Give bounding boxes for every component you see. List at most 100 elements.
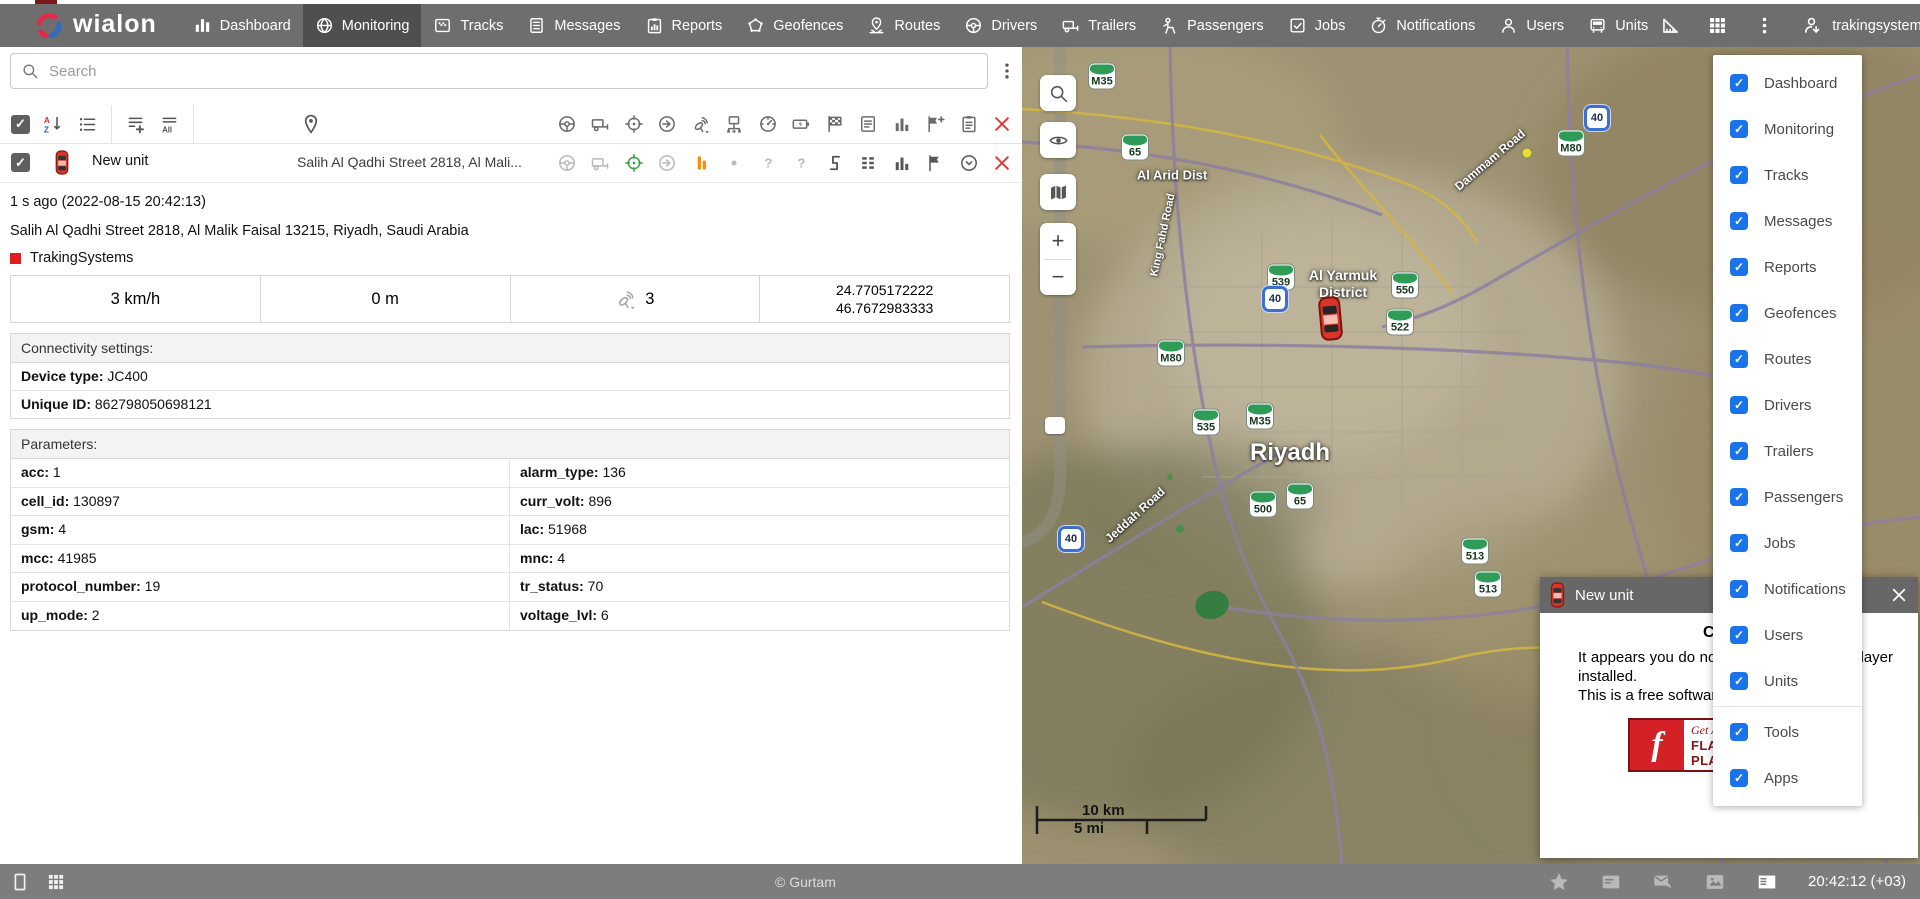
chart-icon[interactable] <box>892 153 912 173</box>
show-all-icon[interactable]: All <box>159 114 180 135</box>
crosshair-icon[interactable] <box>624 153 644 173</box>
map-search-button[interactable] <box>1040 75 1076 111</box>
clipboard-icon[interactable] <box>959 114 979 134</box>
nav-item-jobs[interactable]: Jobs <box>1276 4 1358 47</box>
quickview-icon[interactable] <box>858 153 878 173</box>
menu-item-notifications[interactable]: ✓Notifications <box>1713 566 1862 612</box>
nav-item-routes[interactable]: Routes <box>855 4 952 47</box>
unit-marker[interactable] <box>1317 295 1344 342</box>
address-column-icon[interactable] <box>300 113 322 135</box>
nav-item-tracks[interactable]: Tracks <box>421 4 515 47</box>
menu-item-users[interactable]: ✓Users <box>1713 612 1862 658</box>
user-menu[interactable]: trakingsystems <box>1801 15 1920 36</box>
flag-plus-icon[interactable] <box>925 114 945 134</box>
select-all-checkbox[interactable]: ✓ <box>11 115 30 134</box>
map-visibility-button[interactable] <box>1040 122 1076 158</box>
trailer-icon[interactable] <box>590 153 610 173</box>
link-s-icon[interactable] <box>825 153 845 173</box>
checkbox-checked-icon[interactable]: ✓ <box>1730 120 1748 138</box>
unit-checkbox[interactable]: ✓ <box>11 153 30 172</box>
sort-az-icon[interactable]: AZ <box>43 114 64 135</box>
menu-item-messages[interactable]: ✓Messages <box>1713 198 1862 244</box>
menu-item-apps[interactable]: ✓Apps <box>1713 755 1862 801</box>
nav-item-monitoring[interactable]: Monitoring <box>303 4 422 47</box>
finish-flag-icon[interactable] <box>825 114 845 134</box>
menu-item-tools[interactable]: ✓Tools <box>1713 709 1862 755</box>
nav-item-reports[interactable]: Reports <box>633 4 735 47</box>
driver-icon[interactable] <box>557 153 577 173</box>
checkbox-checked-icon[interactable]: ✓ <box>1730 166 1748 184</box>
nav-item-trailers[interactable]: Trailers <box>1049 4 1148 47</box>
checkbox-checked-icon[interactable]: ✓ <box>1730 258 1748 276</box>
more-menu-icon[interactable] <box>1754 15 1775 36</box>
checkbox-checked-icon[interactable]: ✓ <box>1730 580 1748 598</box>
nav-item-passengers[interactable]: Passengers <box>1148 4 1276 47</box>
crosshair-icon[interactable] <box>624 114 644 134</box>
checkbox-checked-icon[interactable]: ✓ <box>1730 534 1748 552</box>
question-icon[interactable]: ? <box>758 153 778 173</box>
question-icon[interactable]: ? <box>791 153 811 173</box>
list-view-icon[interactable] <box>77 114 98 135</box>
close-x-icon[interactable] <box>992 114 1012 134</box>
connection-icon[interactable] <box>724 114 744 134</box>
checkbox-checked-icon[interactable]: ✓ <box>1730 672 1748 690</box>
menu-item-drivers[interactable]: ✓Drivers <box>1713 382 1862 428</box>
nav-item-notifications[interactable]: Notifications <box>1357 4 1487 47</box>
menu-item-monitoring[interactable]: ✓Monitoring <box>1713 106 1862 152</box>
add-to-list-icon[interactable] <box>125 114 146 135</box>
unit-name[interactable]: New unit <box>92 153 148 169</box>
bottom-grid-icon[interactable] <box>46 872 66 892</box>
dot-icon[interactable] <box>724 153 744 173</box>
menu-item-dashboard[interactable]: ✓Dashboard <box>1713 60 1862 106</box>
checkbox-checked-icon[interactable]: ✓ <box>1730 723 1748 741</box>
menu-item-units[interactable]: ✓Units <box>1713 658 1862 704</box>
menu-item-routes[interactable]: ✓Routes <box>1713 336 1862 382</box>
mail-icon[interactable] <box>1652 871 1674 893</box>
nav-item-units[interactable]: Units <box>1576 4 1660 47</box>
close-x-icon[interactable] <box>992 153 1012 173</box>
checkbox-checked-icon[interactable]: ✓ <box>1730 442 1748 460</box>
nav-item-drivers[interactable]: Drivers <box>952 4 1049 47</box>
checkbox-checked-icon[interactable]: ✓ <box>1730 350 1748 368</box>
menu-item-trailers[interactable]: ✓Trailers <box>1713 428 1862 474</box>
menu-item-reports[interactable]: ✓Reports <box>1713 244 1862 290</box>
menu-item-geofences[interactable]: ✓Geofences <box>1713 290 1862 336</box>
nav-item-dashboard[interactable]: Dashboard <box>181 4 303 47</box>
search-input[interactable] <box>47 62 977 81</box>
trailer-icon[interactable] <box>590 114 610 134</box>
motion-icon[interactable] <box>657 114 677 134</box>
panel-options-icon[interactable] <box>997 61 1017 81</box>
motion-icon[interactable] <box>657 153 677 173</box>
nav-item-users[interactable]: Users <box>1487 4 1576 47</box>
media-icon[interactable] <box>1704 871 1726 893</box>
gauge-icon[interactable] <box>758 114 778 134</box>
driver-icon[interactable] <box>557 114 577 134</box>
satellite-icon[interactable] <box>691 114 711 134</box>
unit-row[interactable]: ✓ New unit Salih Al Qadhi Street 2818, A… <box>0 143 1022 183</box>
nav-item-geofences[interactable]: Geofences <box>734 4 855 47</box>
search-box[interactable] <box>10 53 988 89</box>
chart-icon[interactable] <box>892 114 912 134</box>
notes-card-icon[interactable] <box>1600 871 1622 893</box>
wialon-logo[interactable]: wialon <box>0 4 181 47</box>
layout-icon[interactable] <box>1756 871 1778 893</box>
favorites-star-icon[interactable] <box>1548 871 1570 893</box>
map-layers-button[interactable] <box>1040 174 1076 210</box>
close-icon[interactable] <box>1890 586 1908 604</box>
menu-item-tracks[interactable]: ✓Tracks <box>1713 152 1862 198</box>
map-mini-toggle[interactable] <box>1045 417 1065 434</box>
checkbox-checked-icon[interactable]: ✓ <box>1730 626 1748 644</box>
checkbox-checked-icon[interactable]: ✓ <box>1730 304 1748 322</box>
zoom-out-button[interactable]: − <box>1040 260 1076 296</box>
zoom-in-button[interactable]: + <box>1040 223 1076 259</box>
checkbox-checked-icon[interactable]: ✓ <box>1730 212 1748 230</box>
menu-item-passengers[interactable]: ✓Passengers <box>1713 474 1862 520</box>
toggle-panel-icon[interactable] <box>10 872 30 892</box>
notes-icon[interactable] <box>858 114 878 134</box>
checkbox-checked-icon[interactable]: ✓ <box>1730 74 1748 92</box>
sensor-bars-icon[interactable] <box>691 153 711 173</box>
menu-item-jobs[interactable]: ✓Jobs <box>1713 520 1862 566</box>
battery-icon[interactable] <box>791 114 811 134</box>
checkbox-checked-icon[interactable]: ✓ <box>1730 488 1748 506</box>
checkbox-checked-icon[interactable]: ✓ <box>1730 769 1748 787</box>
